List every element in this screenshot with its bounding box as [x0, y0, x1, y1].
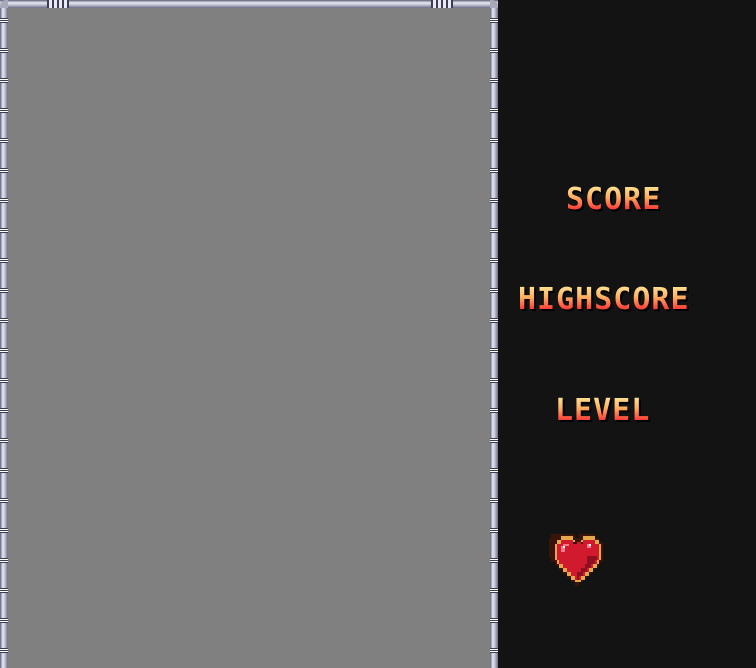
heart-icon — [549, 534, 603, 586]
frame-clamp-left — [47, 0, 69, 8]
frame-clamp-right — [431, 0, 453, 8]
playfield — [8, 8, 490, 668]
highscore-label: HIGHSCORE — [518, 282, 690, 317]
level-label: LEVEL — [555, 393, 651, 428]
playfield-frame-left — [0, 6, 8, 668]
score-label: SCORE — [566, 182, 662, 217]
playfield-frame-top — [0, 0, 498, 8]
playfield-frame-right — [490, 6, 498, 668]
game-screen: SCORE HIGHSCORE LEVEL — [0, 0, 756, 668]
frame-corner-top-left — [0, 0, 8, 8]
